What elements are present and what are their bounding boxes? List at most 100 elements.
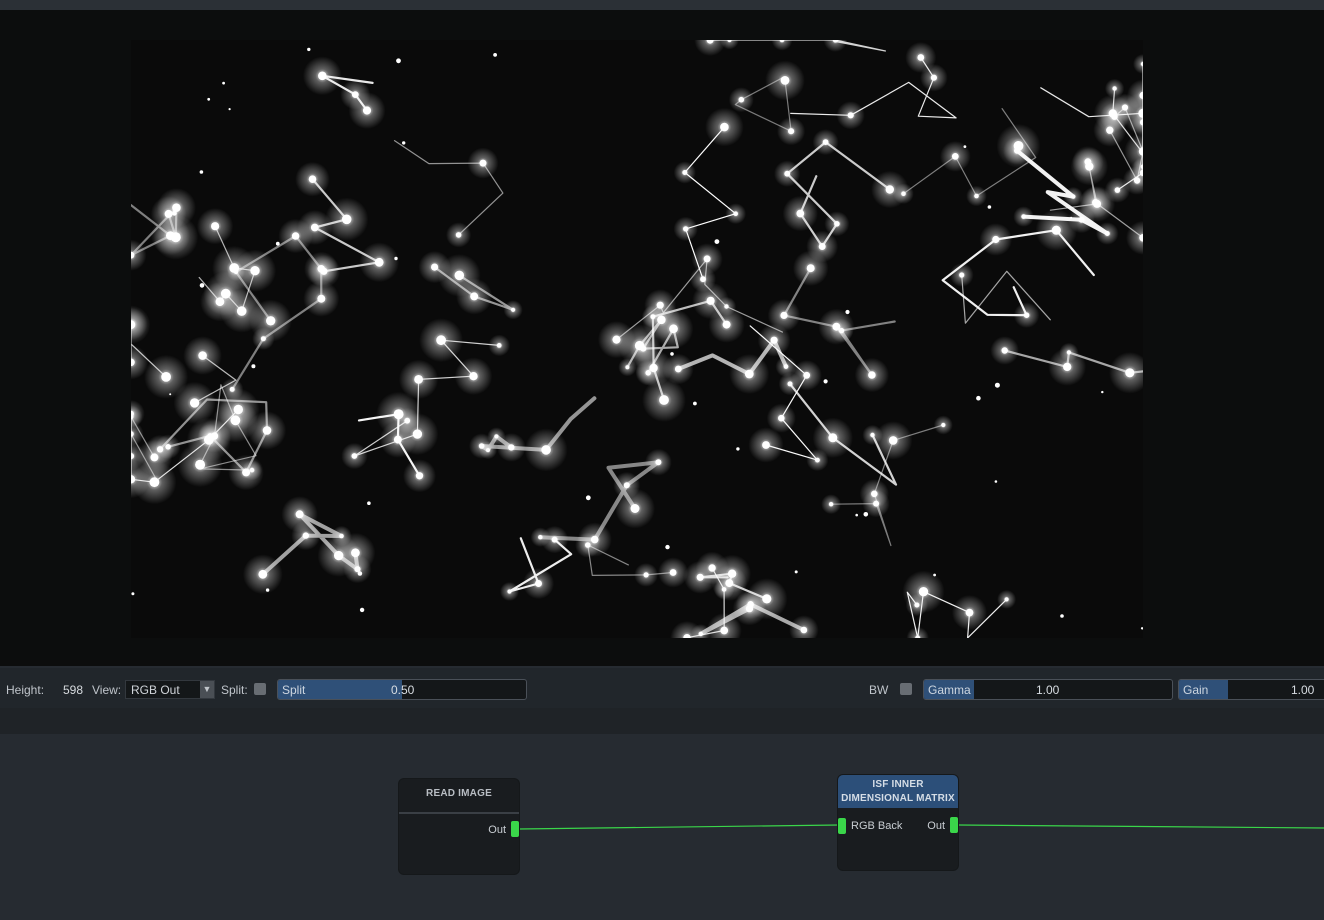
star: [720, 626, 729, 635]
split-slider-value: 0.50: [391, 683, 415, 697]
star: [1078, 216, 1085, 223]
output-port[interactable]: [950, 817, 958, 833]
star: [341, 214, 352, 225]
input-port-label: RGB Back: [851, 820, 903, 832]
split-slider[interactable]: Split 0.50: [277, 679, 527, 700]
star: [770, 336, 778, 344]
star: [228, 108, 231, 111]
star: [204, 434, 214, 445]
star: [974, 193, 979, 199]
star: [870, 432, 875, 438]
star: [1140, 627, 1143, 630]
star: [670, 352, 674, 356]
star: [310, 223, 319, 232]
star: [172, 210, 177, 216]
star: [189, 398, 200, 408]
star: [1104, 231, 1110, 236]
star: [1108, 109, 1117, 118]
star: [478, 443, 485, 449]
star: [211, 222, 220, 231]
node-isf-inner-dimensional-matrix[interactable]: ISF INNER DIMENSIONAL MATRIX RGB Back Ou…: [838, 775, 958, 870]
star: [1085, 162, 1094, 171]
gamma-slider[interactable]: Gamma 1.00: [923, 679, 1173, 700]
star: [822, 139, 829, 145]
wire-isf-to-next: [957, 824, 1324, 829]
star: [262, 426, 272, 435]
star: [295, 510, 304, 519]
star: [1051, 225, 1061, 235]
star: [645, 370, 651, 376]
star: [834, 221, 840, 227]
wire-read-image-to-isf: [518, 824, 840, 830]
star: [394, 256, 398, 261]
chevron-down-icon[interactable]: ▼: [200, 681, 214, 698]
star: [669, 569, 677, 576]
star: [275, 241, 280, 246]
star: [693, 401, 697, 406]
star: [738, 96, 745, 103]
viewer-controls: Height: 598 View: RGB Out ▼ Split: Split…: [0, 668, 1324, 708]
star: [265, 588, 270, 592]
star: [362, 106, 372, 115]
star: [762, 594, 772, 604]
star: [778, 414, 785, 422]
gain-slider[interactable]: Gain 1.00: [1178, 679, 1324, 700]
split-label: Split:: [221, 683, 248, 697]
star: [845, 309, 850, 315]
star: [402, 141, 406, 145]
star: [308, 175, 317, 183]
panel-separator: [0, 708, 1324, 734]
star: [251, 364, 256, 369]
star: [494, 434, 499, 439]
star: [634, 340, 645, 351]
star: [994, 480, 998, 483]
bw-label: BW: [869, 683, 889, 697]
star-glow: [789, 615, 819, 638]
star: [172, 203, 181, 212]
star: [1125, 368, 1135, 378]
star: [965, 608, 974, 617]
star: [803, 371, 811, 379]
view-dropdown[interactable]: RGB Out ▼: [125, 680, 215, 699]
star: [787, 381, 793, 387]
star: [823, 379, 828, 384]
star: [828, 433, 838, 443]
star: [871, 490, 878, 498]
star: [762, 441, 770, 449]
split-slider-label: Split: [282, 683, 306, 697]
input-port[interactable]: [838, 818, 846, 834]
star: [436, 335, 446, 346]
viewer-panel: [0, 10, 1324, 666]
star: [1112, 86, 1117, 91]
star: [431, 263, 439, 271]
star: [794, 570, 798, 574]
star: [131, 592, 135, 596]
output-port[interactable]: [511, 821, 519, 837]
star: [720, 122, 729, 132]
node-read-image[interactable]: READ IMAGE Out: [399, 779, 519, 874]
star: [454, 270, 465, 281]
star: [1023, 312, 1030, 319]
bw-checkbox[interactable]: [900, 683, 912, 695]
star: [317, 294, 326, 303]
star: [1060, 614, 1064, 618]
output-port-label: Out: [488, 824, 506, 836]
star: [307, 47, 311, 52]
star: [1001, 347, 1008, 354]
star: [351, 91, 359, 98]
star: [885, 185, 894, 194]
star: [815, 457, 820, 463]
star: [199, 170, 204, 174]
node-title: ISF INNER DIMENSIONAL MATRIX: [838, 775, 958, 808]
star: [863, 512, 869, 517]
star: [828, 502, 834, 507]
star: [630, 504, 640, 513]
star: [302, 532, 309, 539]
star: [1063, 362, 1072, 372]
split-checkbox[interactable]: [254, 683, 266, 695]
star: [535, 580, 542, 587]
star: [722, 320, 731, 329]
star: [976, 395, 981, 401]
star: [374, 257, 384, 267]
node-graph[interactable]: READ IMAGE Out ISF INNER DIMENSIONAL MAT…: [0, 734, 1324, 920]
